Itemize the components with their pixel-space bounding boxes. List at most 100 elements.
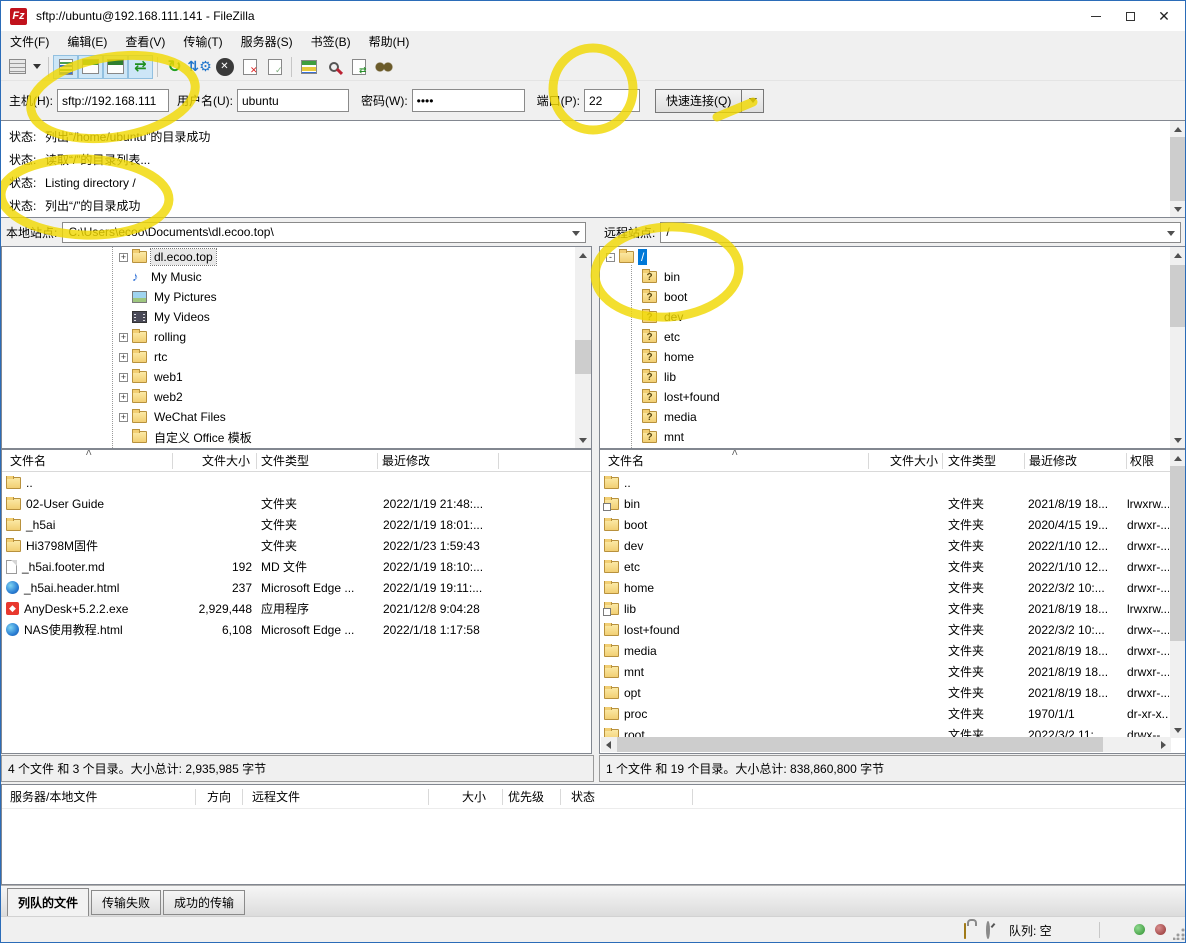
- queue-tab-3[interactable]: 成功的传输: [163, 890, 245, 915]
- menu-item-5[interactable]: 服务器(S): [232, 31, 302, 53]
- queue-column-header-4[interactable]: 大小: [462, 785, 486, 809]
- tree-expander[interactable]: +: [119, 353, 128, 362]
- port-input[interactable]: [584, 89, 640, 112]
- speed-limit-icon[interactable]: [986, 923, 990, 937]
- remote-tree-item[interactable]: ?etc: [600, 327, 1186, 347]
- scroll-down-button[interactable]: [1170, 722, 1186, 738]
- file-row[interactable]: ◆AnyDesk+5.2.2.exe2,929,448应用程序2021/12/8…: [2, 598, 591, 619]
- disconnect-button[interactable]: ✕: [237, 55, 262, 79]
- queue-tab-1[interactable]: 列队的文件: [7, 888, 89, 917]
- column-divider[interactable]: [1024, 453, 1025, 469]
- local-tree-item[interactable]: ♪My Music: [2, 267, 591, 287]
- file-row[interactable]: home文件夹2022/3/2 10:...drwxr-...: [600, 577, 1186, 598]
- queue-column-header-6[interactable]: 状态: [571, 785, 595, 809]
- file-row[interactable]: media文件夹2021/8/19 18...drwxr-...: [600, 640, 1186, 661]
- scrollbar-thumb[interactable]: [575, 340, 591, 374]
- file-row[interactable]: boot文件夹2020/4/15 19...drwxr-...: [600, 514, 1186, 535]
- tree-expander[interactable]: +: [119, 333, 128, 342]
- scroll-up-button[interactable]: [575, 247, 591, 263]
- local-tree-item[interactable]: My Pictures: [2, 287, 591, 307]
- scrollbar-thumb[interactable]: [1170, 265, 1186, 327]
- remote-tree-item[interactable]: ?mnt: [600, 427, 1186, 447]
- local-tree-item[interactable]: +web1: [2, 367, 591, 387]
- remote-list-hscrollbar[interactable]: [601, 737, 1171, 752]
- local-tree-item[interactable]: +WeChat Files: [2, 407, 591, 427]
- column-divider[interactable]: [1126, 453, 1127, 469]
- queue-column-header-3[interactable]: 远程文件: [252, 785, 300, 809]
- file-row[interactable]: NAS使用教程.html6,108Microsoft Edge ...2022/…: [2, 619, 591, 640]
- tree-expander[interactable]: +: [119, 393, 128, 402]
- file-row[interactable]: opt文件夹2021/8/19 18...drwxr-...: [600, 682, 1186, 703]
- menu-item-4[interactable]: 传输(T): [174, 31, 231, 53]
- tree-expander[interactable]: +: [119, 413, 128, 422]
- filter-button[interactable]: [371, 55, 396, 79]
- host-input[interactable]: [57, 89, 169, 112]
- scroll-down-button[interactable]: [1170, 432, 1186, 448]
- file-row[interactable]: 02-User Guide文件夹2022/1/19 21:48:...: [2, 493, 591, 514]
- queue-column-header-5[interactable]: 优先级: [508, 785, 544, 809]
- scroll-up-button[interactable]: [1170, 121, 1186, 137]
- local-site-combo[interactable]: C:\Users\ecoo\Documents\dl.ecoo.top\: [62, 222, 586, 243]
- tree-expander[interactable]: +: [119, 373, 128, 382]
- column-header-2[interactable]: 文件大小: [890, 450, 938, 472]
- remote-tree-item[interactable]: ?lib: [600, 367, 1186, 387]
- synchronized-browsing-button[interactable]: ⇄: [346, 55, 371, 79]
- file-row[interactable]: bin文件夹2021/8/19 18...lrwxrw...: [600, 493, 1186, 514]
- remote-tree-scrollbar[interactable]: [1170, 247, 1186, 448]
- file-row[interactable]: lost+found文件夹2022/3/2 10:...drwx--...: [600, 619, 1186, 640]
- file-row[interactable]: proc文件夹1970/1/1dr-xr-x...: [600, 703, 1186, 724]
- column-divider[interactable]: [256, 453, 257, 469]
- refresh-button[interactable]: ↻: [162, 55, 187, 79]
- local-tree-item[interactable]: 自定义 Office 模板: [2, 427, 591, 447]
- scroll-up-button[interactable]: [1170, 450, 1186, 466]
- scrollbar-thumb[interactable]: [617, 737, 1103, 752]
- menu-item-2[interactable]: 编辑(E): [58, 31, 116, 53]
- column-divider[interactable]: [428, 789, 429, 805]
- scrollbar-thumb[interactable]: [1170, 466, 1186, 641]
- close-button[interactable]: ✕: [1147, 2, 1181, 30]
- remote-tree-item[interactable]: ?lost+found: [600, 387, 1186, 407]
- quickconnect-dropdown[interactable]: [742, 89, 764, 113]
- toggle-local-tree-button[interactable]: [78, 55, 103, 79]
- column-divider[interactable]: [195, 789, 196, 805]
- column-divider[interactable]: [942, 453, 943, 469]
- file-row[interactable]: _h5ai文件夹2022/1/19 18:01:...: [2, 514, 591, 535]
- site-manager-button[interactable]: [5, 55, 30, 79]
- column-header-5[interactable]: 权限: [1130, 450, 1154, 472]
- menu-item-3[interactable]: 查看(V): [116, 31, 174, 53]
- tree-expander[interactable]: -: [606, 253, 615, 262]
- file-row[interactable]: _h5ai.footer.md192MD 文件2022/1/19 18:10:.…: [2, 556, 591, 577]
- column-header-2[interactable]: 文件大小: [202, 450, 250, 472]
- remote-tree-item[interactable]: ?bin: [600, 267, 1186, 287]
- column-header-3[interactable]: 文件类型: [948, 450, 996, 472]
- local-tree-item[interactable]: My Videos: [2, 307, 591, 327]
- menu-item-1[interactable]: 文件(F): [1, 31, 58, 53]
- file-row[interactable]: ..: [600, 472, 1186, 493]
- scroll-right-button[interactable]: [1156, 737, 1171, 752]
- menu-item-6[interactable]: 书签(B): [302, 31, 360, 53]
- column-divider[interactable]: [172, 453, 173, 469]
- file-row[interactable]: _h5ai.header.html237Microsoft Edge ...20…: [2, 577, 591, 598]
- quickconnect-button[interactable]: 快速连接(Q): [655, 89, 742, 113]
- reconnect-button[interactable]: ✓: [262, 55, 287, 79]
- toggle-remote-tree-button[interactable]: [103, 55, 128, 79]
- minimize-button[interactable]: [1079, 2, 1113, 30]
- column-header-4[interactable]: 最近修改: [1029, 450, 1077, 472]
- column-header-1[interactable]: 文件名: [10, 450, 46, 472]
- local-tree-item[interactable]: +dl.ecoo.top: [2, 247, 591, 267]
- scroll-down-button[interactable]: [575, 432, 591, 448]
- scroll-down-button[interactable]: [1170, 201, 1186, 217]
- file-row[interactable]: mnt文件夹2021/8/19 18...drwxr-...: [600, 661, 1186, 682]
- process-queue-button[interactable]: ⇅⚙: [187, 55, 212, 79]
- queue-tab-2[interactable]: 传输失败: [91, 890, 161, 915]
- remote-site-combo[interactable]: /: [660, 222, 1181, 243]
- remote-tree-item[interactable]: -/: [600, 247, 1186, 267]
- log-scrollbar[interactable]: [1170, 121, 1186, 217]
- column-divider[interactable]: [242, 789, 243, 805]
- menu-item-7[interactable]: 帮助(H): [360, 31, 419, 53]
- toggle-queue-view-button[interactable]: ⇄: [128, 55, 153, 79]
- column-divider[interactable]: [377, 453, 378, 469]
- column-divider[interactable]: [560, 789, 561, 805]
- toggle-log-view-button[interactable]: [53, 55, 78, 79]
- file-row[interactable]: lib文件夹2021/8/19 18...lrwxrw...: [600, 598, 1186, 619]
